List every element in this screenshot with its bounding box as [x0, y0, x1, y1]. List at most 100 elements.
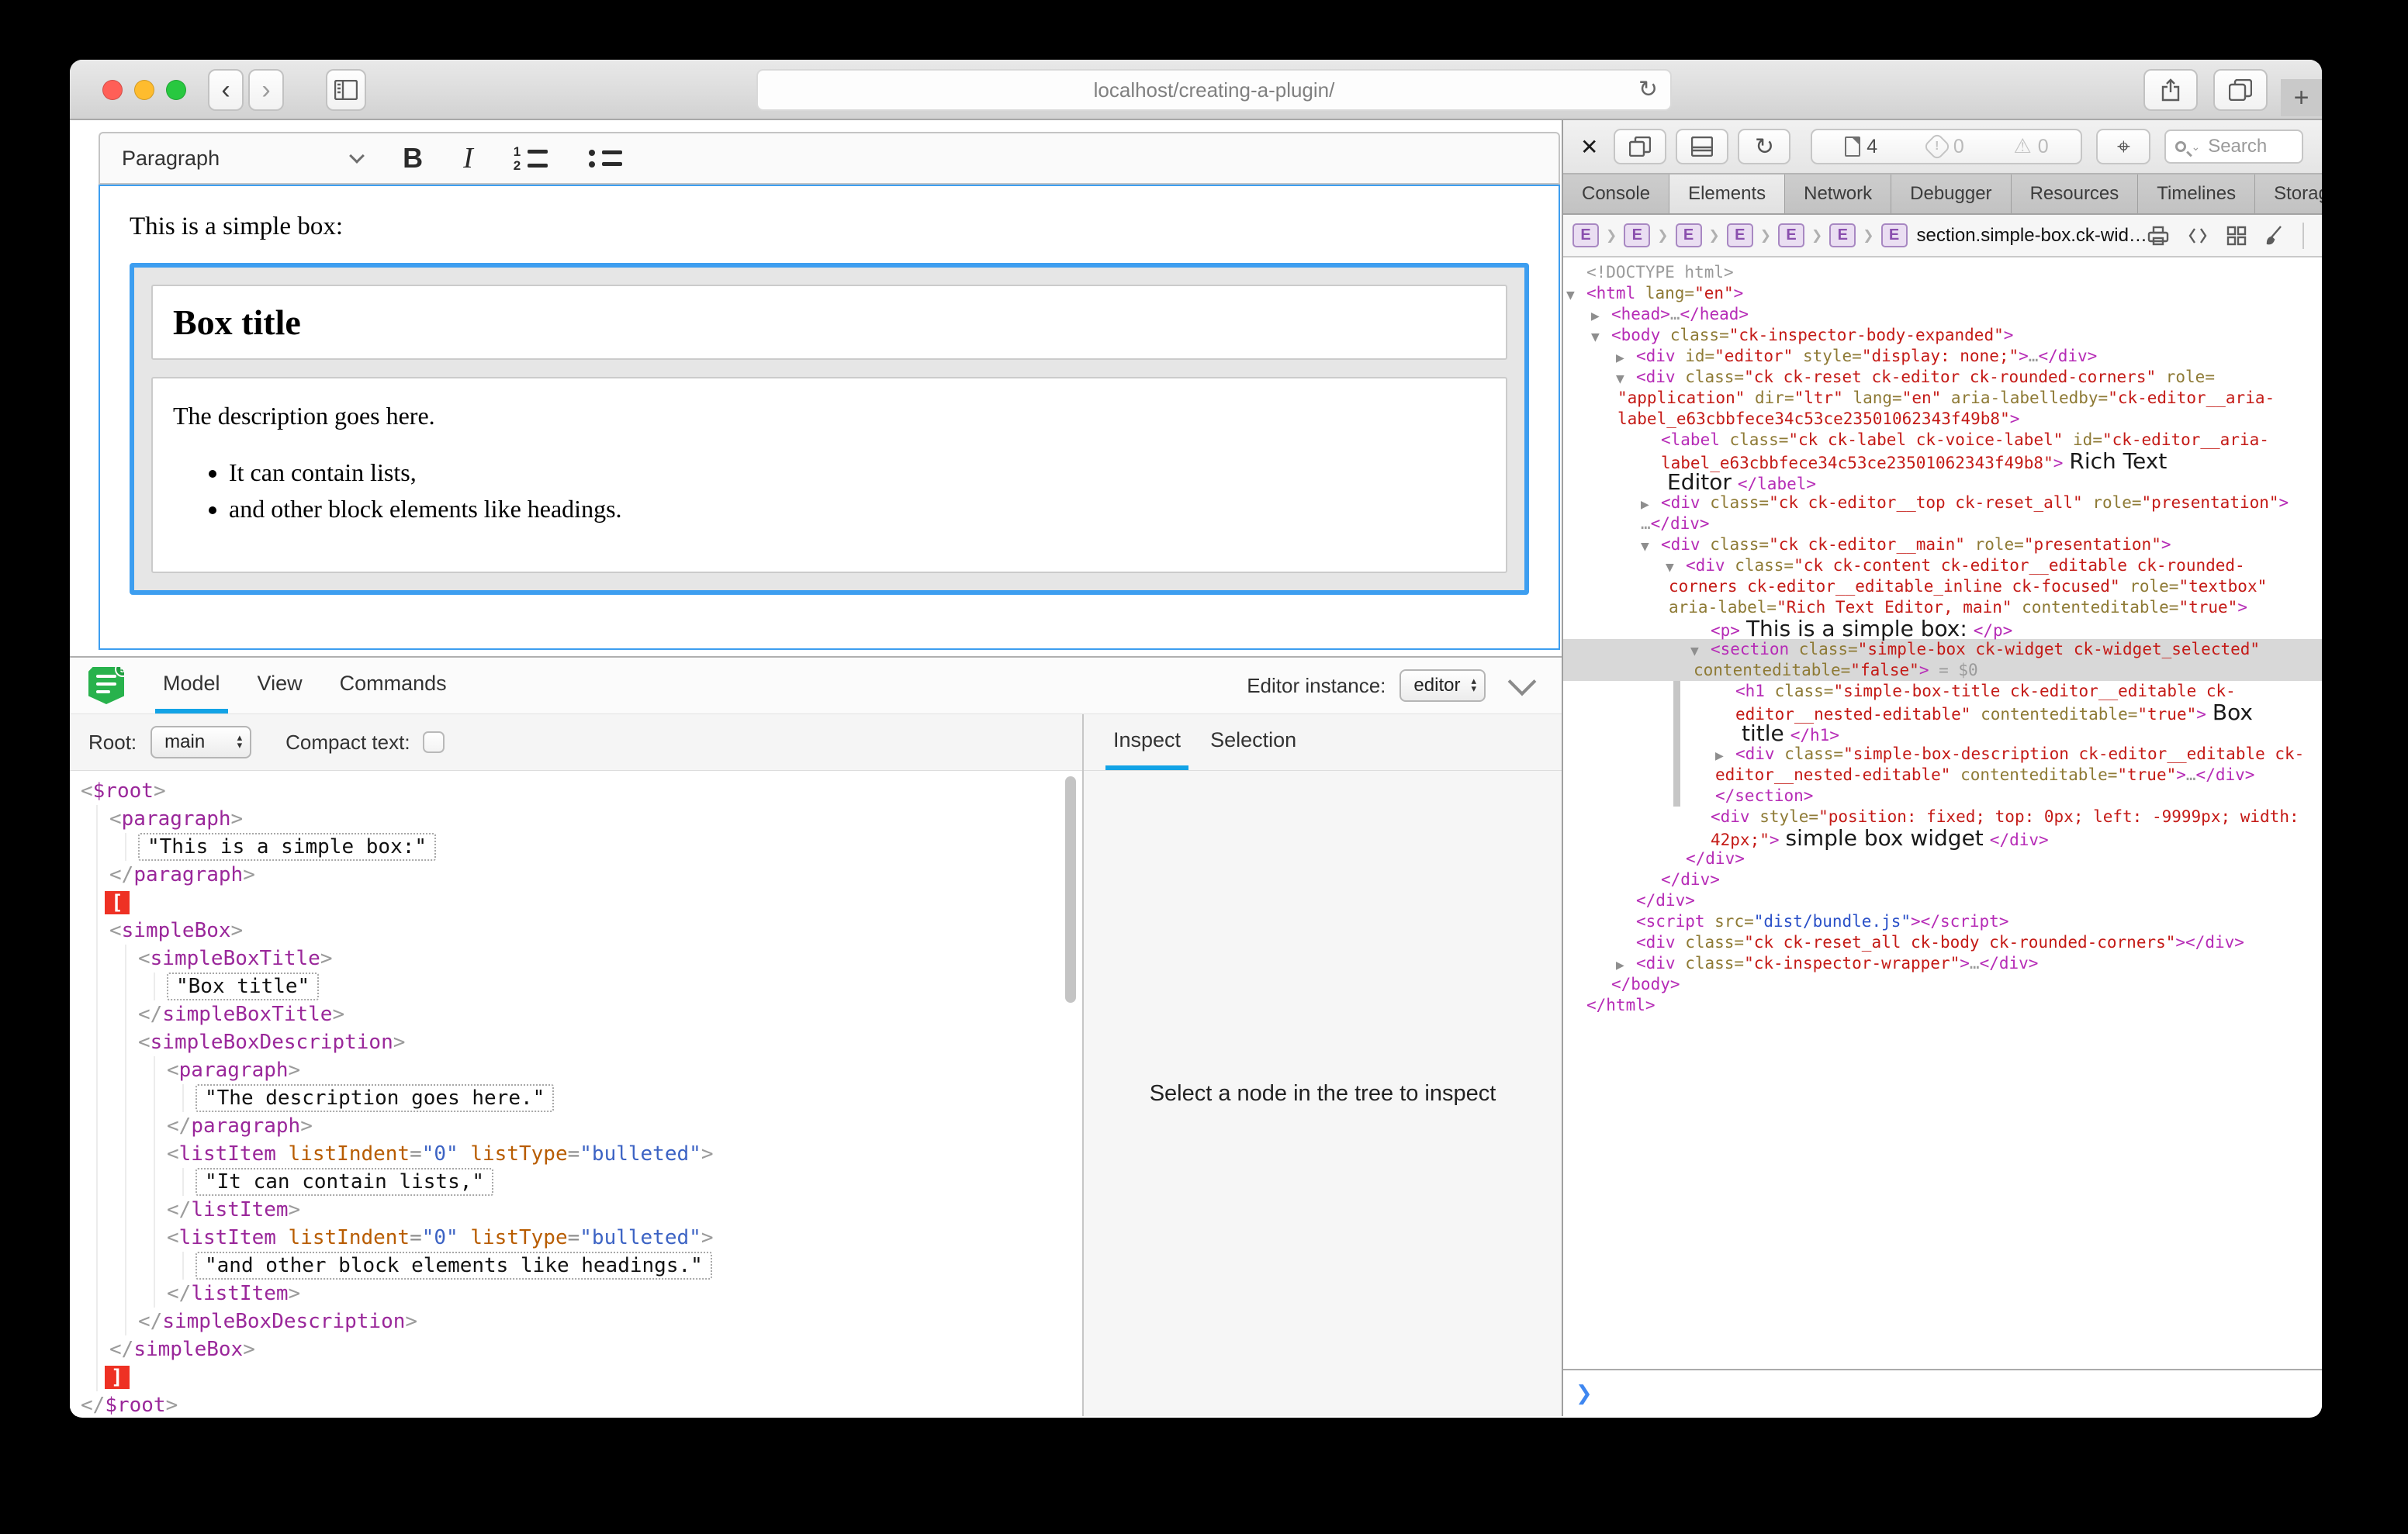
- devtools-reload-button[interactable]: ↻: [1738, 129, 1790, 164]
- close-window-button[interactable]: [102, 80, 123, 100]
- model-text-node[interactable]: "It can contain lists,": [195, 1168, 493, 1196]
- inspector-tab-commands[interactable]: Commands: [332, 658, 455, 713]
- close-devtools-button[interactable]: ✕: [1580, 134, 1598, 160]
- new-tab-button[interactable]: +: [2281, 79, 2322, 116]
- model-tree-line[interactable]: <simpleBoxDescription>: [70, 1028, 1082, 1056]
- collapse-arrow-icon[interactable]: ▼: [1641, 537, 1661, 558]
- dom-tree-line[interactable]: </div>: [1563, 890, 2322, 911]
- model-tree-line[interactable]: </listItem>: [70, 1196, 1082, 1224]
- inspector-tab-view[interactable]: View: [250, 658, 310, 713]
- dom-tree-line[interactable]: <div style="position: fixed; top: 0px; l…: [1563, 807, 2322, 827]
- dom-tree-line[interactable]: </div>: [1563, 869, 2322, 890]
- collapse-arrow-icon[interactable]: ▼: [1666, 558, 1686, 579]
- reload-icon[interactable]: ↻: [1638, 76, 1658, 103]
- dom-tree-line[interactable]: <label class="ck ck-label ck-voice-label…: [1563, 430, 2322, 451]
- devtools-tab-elements[interactable]: Elements: [1669, 174, 1785, 213]
- dom-tree-line[interactable]: <p>This is a simple box:</p>: [1563, 618, 2322, 639]
- tab-overview-button[interactable]: [2213, 69, 2268, 111]
- share-button[interactable]: [2143, 69, 2198, 111]
- editor-instance-select[interactable]: editor ▴▾: [1399, 669, 1486, 702]
- dom-tree-line[interactable]: <!DOCTYPE html>: [1563, 262, 2322, 283]
- devtools-search-input[interactable]: ⌄ Search: [2164, 130, 2303, 164]
- dom-tree-line[interactable]: label_e63cbbfece34c53ce23501062343f49b8"…: [1563, 451, 2322, 472]
- devtools-tab-network[interactable]: Network: [1785, 174, 1891, 213]
- numbered-list-button[interactable]: 1 2: [514, 147, 548, 170]
- paragraph-dropdown[interactable]: Paragraph: [122, 147, 220, 171]
- model-tree-line[interactable]: <paragraph>: [70, 1056, 1082, 1084]
- dom-tree-line[interactable]: ▼<html lang="en">: [1563, 283, 2322, 304]
- model-tree-line[interactable]: <$root>: [70, 777, 1082, 805]
- description-list[interactable]: It can contain lists, and other block ele…: [173, 458, 1486, 523]
- intro-paragraph[interactable]: This is a simple box:: [130, 212, 1529, 241]
- bold-button[interactable]: B: [403, 142, 423, 174]
- dom-tree-line[interactable]: contenteditable="false"> = $0: [1563, 660, 2322, 681]
- dom-tree-line[interactable]: ▶<div class="ck-inspector-wrapper">…</di…: [1563, 953, 2322, 974]
- model-tree-line[interactable]: "This is a simple box:": [70, 833, 1082, 861]
- inspector-tab-model[interactable]: Model: [155, 658, 228, 713]
- sidebar-button[interactable]: [326, 69, 366, 111]
- devtools-tab-storage[interactable]: Storage: [2255, 174, 2322, 213]
- model-tree-line[interactable]: ]: [70, 1363, 1082, 1391]
- expand-arrow-icon[interactable]: ▶: [1591, 306, 1611, 327]
- model-tree-line[interactable]: </simpleBox>: [70, 1335, 1082, 1363]
- breadcrumb-element-badge[interactable]: E: [1727, 223, 1753, 247]
- devtools-tab-console[interactable]: Console: [1563, 174, 1669, 213]
- layout-grid-button[interactable]: [2226, 226, 2247, 246]
- simple-box-description[interactable]: The description goes here. It can contai…: [151, 377, 1507, 573]
- bulleted-list-button[interactable]: [588, 150, 622, 168]
- devtools-tab-resources[interactable]: Resources: [2012, 174, 2139, 213]
- model-tree-line[interactable]: </listItem>: [70, 1280, 1082, 1308]
- list-item[interactable]: and other block elements like headings.: [229, 495, 1486, 523]
- list-item[interactable]: It can contain lists,: [229, 458, 1486, 487]
- dom-tree-line[interactable]: ▼<div class="ck ck-reset ck-editor ck-ro…: [1563, 367, 2322, 388]
- collapse-arrow-icon[interactable]: ▼: [1616, 369, 1636, 390]
- rich-text-editor[interactable]: This is a simple box: Box title The desc…: [99, 185, 1560, 650]
- dom-tree-line[interactable]: ▶<div id="editor" style="display: none;"…: [1563, 346, 2322, 367]
- dom-tree-line[interactable]: Editor</label>: [1563, 472, 2322, 492]
- breadcrumb-element-badge[interactable]: E: [1778, 223, 1804, 247]
- collapse-arrow-icon[interactable]: ▼: [1591, 327, 1611, 348]
- dom-tree-line[interactable]: ▼<body class="ck-inspector-body-expanded…: [1563, 325, 2322, 346]
- dom-tree-line[interactable]: </html>: [1563, 995, 2322, 1016]
- activity-viewer[interactable]: 4 !0 ⚠0: [1811, 129, 2082, 164]
- dom-tree-line[interactable]: ▼<div class="ck ck-content ck-editor__ed…: [1563, 555, 2322, 576]
- dock-bottom-button[interactable]: [1676, 129, 1728, 164]
- print-styles-button[interactable]: [2147, 226, 2169, 246]
- inspect-tab-inspect[interactable]: Inspect: [1105, 714, 1188, 770]
- model-tree-line[interactable]: [: [70, 889, 1082, 917]
- model-tree-line[interactable]: "Box title": [70, 973, 1082, 1000]
- model-tree-line[interactable]: </$root>: [70, 1391, 1082, 1416]
- model-text-node[interactable]: "and other block elements like headings.…: [195, 1252, 712, 1280]
- back-button[interactable]: ‹: [208, 69, 244, 111]
- expand-arrow-icon[interactable]: ▶: [1616, 955, 1636, 976]
- expand-arrow-icon[interactable]: ▶: [1616, 348, 1636, 369]
- expand-arrow-icon[interactable]: ▶: [1715, 746, 1735, 767]
- model-tree-line[interactable]: <paragraph>: [70, 805, 1082, 833]
- inspect-tab-selection[interactable]: Selection: [1202, 714, 1304, 770]
- collapse-arrow-icon[interactable]: ▼: [1690, 641, 1711, 662]
- dom-tree-line[interactable]: ▼<div class="ck ck-editor__main" role="p…: [1563, 534, 2322, 555]
- model-tree-line[interactable]: </simpleBoxTitle>: [70, 1000, 1082, 1028]
- dom-tree-line[interactable]: …</div>: [1563, 513, 2322, 534]
- description-paragraph[interactable]: The description goes here.: [173, 402, 1486, 430]
- model-tree-line[interactable]: <simpleBoxTitle>: [70, 945, 1082, 973]
- model-text-node[interactable]: "Box title": [167, 973, 319, 1000]
- dom-tree-line[interactable]: ▶<head>…</head>: [1563, 304, 2322, 325]
- dom-tree-line[interactable]: </div>: [1563, 848, 2322, 869]
- dom-tree-line[interactable]: label_e63cbbfece34c53ce23501062343f49b8"…: [1563, 409, 2322, 430]
- breadcrumb-element-badge[interactable]: E: [1572, 223, 1599, 247]
- simple-box-title[interactable]: Box title: [151, 285, 1507, 360]
- model-text-node[interactable]: "This is a simple box:": [138, 833, 436, 861]
- dom-tree-line[interactable]: <script src="dist/bundle.js"></script>: [1563, 911, 2322, 932]
- breadcrumb-element-badge[interactable]: E: [1624, 223, 1650, 247]
- model-tree-line[interactable]: "The description goes here.": [70, 1084, 1082, 1112]
- simple-box-widget[interactable]: Box title The description goes here. It …: [130, 263, 1529, 595]
- quick-console[interactable]: ❯: [1563, 1369, 2322, 1416]
- breadcrumb-element-badge[interactable]: E: [1829, 223, 1856, 247]
- forward-button[interactable]: ›: [248, 69, 284, 111]
- dom-tree-line[interactable]: "application" dir="ltr" lang="en" aria-l…: [1563, 388, 2322, 409]
- dom-tree-line[interactable]: aria-label="Rich Text Editor, main" cont…: [1563, 597, 2322, 618]
- undock-button[interactable]: [1614, 129, 1666, 164]
- breadcrumb-element-badge[interactable]: E: [1676, 223, 1702, 247]
- styles-brush-button[interactable]: [2265, 225, 2284, 247]
